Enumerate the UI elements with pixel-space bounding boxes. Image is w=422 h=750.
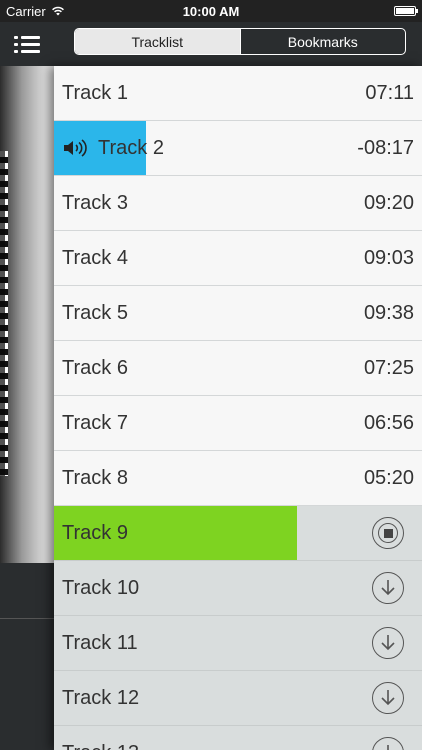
track-title: Track 3 (62, 191, 128, 214)
track-duration: -08:17 (357, 136, 414, 159)
track-title: Track 2 (98, 136, 164, 159)
side-panel (0, 22, 55, 750)
stop-download-icon[interactable] (372, 517, 404, 549)
track-row[interactable]: Track 9 (54, 506, 422, 561)
tab-tracklist[interactable]: Tracklist (75, 29, 240, 54)
track-row[interactable]: Track 8 05:20 (54, 451, 422, 506)
track-duration: 07:25 (363, 356, 414, 379)
download-icon[interactable] (372, 572, 404, 604)
track-row[interactable]: Track 11 (54, 616, 422, 671)
track-row[interactable]: Track 4 09:03 (54, 231, 422, 286)
menu-icon[interactable] (14, 34, 40, 56)
track-title: Track 9 (62, 521, 128, 544)
track-title: Track 10 (62, 576, 140, 599)
track-duration: 06:56 (363, 411, 414, 434)
track-title: Track 7 (62, 411, 128, 434)
track-title: Track 5 (62, 301, 128, 324)
status-bar: Carrier 10:00 AM (0, 0, 422, 22)
battery-icon (394, 6, 418, 16)
track-title: Track 11 (62, 631, 138, 654)
segmented-control: Tracklist Bookmarks (74, 28, 406, 55)
track-row[interactable]: Track 6 07:25 (54, 341, 422, 396)
track-row[interactable]: Track 3 09:20 (54, 176, 422, 231)
cover-art (0, 66, 55, 563)
track-title: Track 1 (62, 81, 128, 104)
track-row[interactable]: Track 12 (54, 671, 422, 726)
tab-bookmarks[interactable]: Bookmarks (239, 29, 406, 54)
track-duration: 09:38 (363, 301, 414, 324)
track-title: Track 13 (62, 742, 139, 750)
track-row[interactable]: Track 5 09:38 (54, 286, 422, 341)
track-row[interactable]: Track 2 -08:17 (54, 121, 422, 176)
track-title: Track 8 (62, 466, 128, 489)
download-icon[interactable] (372, 737, 404, 750)
speaker-icon (62, 138, 90, 158)
track-row[interactable]: Track 13 (54, 726, 422, 750)
track-duration: 09:03 (363, 246, 414, 269)
download-icon[interactable] (372, 627, 404, 659)
track-duration: 09:20 (363, 191, 414, 214)
track-duration: 05:20 (363, 466, 414, 489)
track-list: Track 1 07:11 Track 2 -08:17 Track 3 09:20 Tra… (54, 66, 422, 750)
track-duration: 07:11 (365, 81, 414, 104)
track-row[interactable]: Track 7 06:56 (54, 396, 422, 451)
status-time: 10:00 AM (182, 3, 240, 19)
track-row[interactable]: Track 1 07:11 (54, 66, 422, 121)
divider (0, 618, 55, 619)
download-icon[interactable] (372, 682, 404, 714)
track-title: Track 12 (62, 686, 140, 709)
header: Tracklist Bookmarks (55, 22, 422, 66)
track-row[interactable]: Track 10 (54, 561, 422, 616)
track-title: Track 4 (62, 246, 128, 269)
track-title: Track 6 (62, 356, 128, 379)
